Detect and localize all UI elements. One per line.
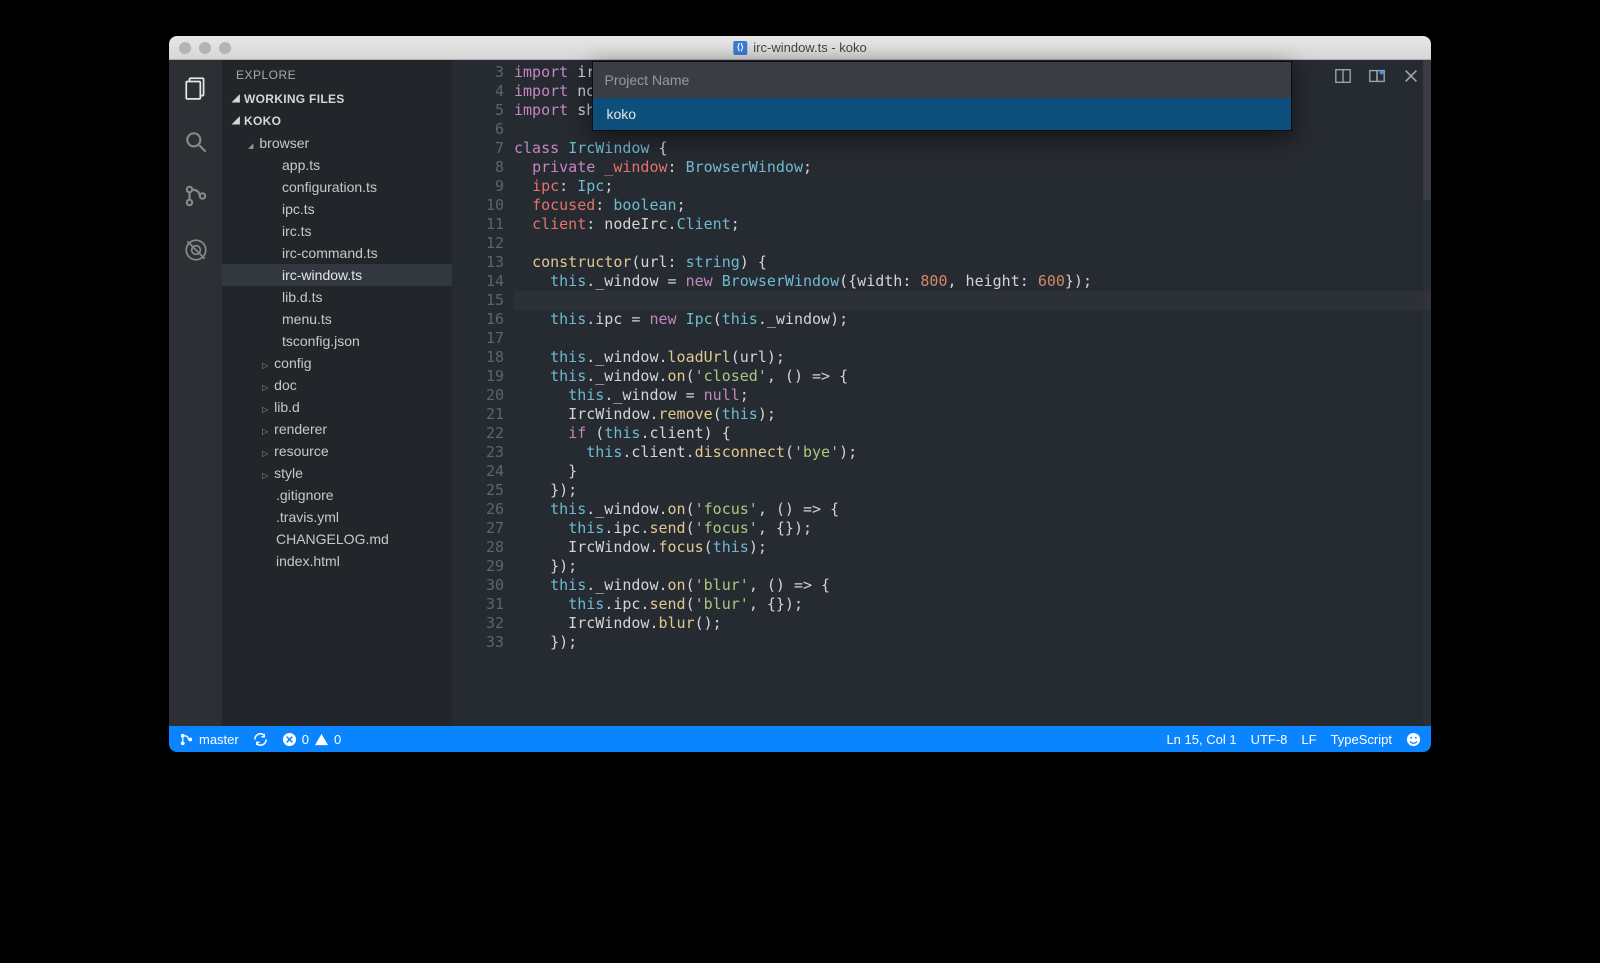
tree-file[interactable]: index.html — [222, 550, 452, 572]
vscode-icon: ⟨⟩ — [733, 41, 747, 55]
feedback-icon[interactable] — [1406, 732, 1421, 747]
git-branch-item[interactable]: master — [179, 732, 239, 747]
language-mode[interactable]: TypeScript — [1331, 732, 1392, 747]
tree-file[interactable]: irc-window.ts — [222, 264, 452, 286]
explorer-sidebar: EXPLORE ◢ WORKING FILES ◢ KOKO browser a… — [222, 60, 452, 726]
quick-input-widget: koko — [592, 61, 1292, 131]
split-editor-icon[interactable] — [1333, 66, 1353, 86]
code-editor[interactable]: 3456789101112131415161718192021222324252… — [452, 60, 1431, 726]
tree-file[interactable]: irc-command.ts — [222, 242, 452, 264]
tree-file[interactable]: tsconfig.json — [222, 330, 452, 352]
eol[interactable]: LF — [1301, 732, 1316, 747]
titlebar-title: ⟨⟩ irc-window.ts - koko — [733, 40, 866, 55]
warning-count: 0 — [334, 732, 341, 747]
search-activity[interactable] — [182, 128, 210, 156]
titlebar: ⟨⟩ irc-window.ts - koko — [169, 36, 1431, 60]
chevron-down-icon: ◢ — [232, 93, 240, 104]
explorer-activity[interactable] — [182, 74, 210, 102]
chevron-down-icon: ◢ — [232, 115, 240, 126]
tree-file[interactable]: app.ts — [222, 154, 452, 176]
tree-folder[interactable]: style — [222, 462, 452, 484]
working-files-label: WORKING FILES — [244, 92, 345, 106]
project-header[interactable]: ◢ KOKO — [222, 110, 452, 132]
debug-activity[interactable] — [182, 236, 210, 264]
tree-file[interactable]: .travis.yml — [222, 506, 452, 528]
editor-actions — [1333, 66, 1421, 86]
minimap[interactable] — [1423, 60, 1431, 726]
activity-bar — [169, 60, 222, 726]
open-changes-icon[interactable] — [1367, 66, 1387, 86]
tree-file[interactable]: configuration.ts — [222, 176, 452, 198]
tree-folder[interactable]: renderer — [222, 418, 452, 440]
project-label: KOKO — [244, 114, 281, 128]
quick-input-result[interactable]: koko — [593, 98, 1291, 130]
sync-item[interactable] — [253, 732, 268, 747]
traffic-lights — [169, 42, 231, 54]
editor-group: koko 34567891011121314151617181920212223… — [452, 60, 1431, 726]
code-content[interactable]: import irc = require('./irc');import nod… — [514, 60, 1431, 726]
working-files-header[interactable]: ◢ WORKING FILES — [222, 88, 452, 110]
tree-folder[interactable]: resource — [222, 440, 452, 462]
tree-file[interactable]: irc.ts — [222, 220, 452, 242]
title-text: irc-window.ts - koko — [753, 40, 866, 55]
line-gutter: 3456789101112131415161718192021222324252… — [452, 60, 514, 726]
cursor-position[interactable]: Ln 15, Col 1 — [1166, 732, 1236, 747]
close-editor-icon[interactable] — [1401, 66, 1421, 86]
branch-name: master — [199, 732, 239, 747]
file-tree: browser app.tsconfiguration.tsipc.tsirc.… — [222, 132, 452, 726]
sidebar-title: EXPLORE — [222, 60, 452, 88]
tree-folder[interactable]: config — [222, 352, 452, 374]
minimize-traffic-light[interactable] — [199, 42, 211, 54]
tree-file[interactable]: .gitignore — [222, 484, 452, 506]
minimap-slider[interactable] — [1423, 60, 1431, 200]
tree-file[interactable]: ipc.ts — [222, 198, 452, 220]
app-window: ⟨⟩ irc-window.ts - koko EXPLORE ◢ WORKIN… — [169, 36, 1431, 752]
quick-input-field[interactable] — [593, 62, 1291, 98]
status-bar: master 0 0 Ln 15, Col 1 UTF-8 LF TypeScr… — [169, 726, 1431, 752]
tree-folder-browser[interactable]: browser — [222, 132, 452, 154]
tree-file[interactable]: CHANGELOG.md — [222, 528, 452, 550]
problems-item[interactable]: 0 0 — [282, 732, 341, 747]
tree-file[interactable]: menu.ts — [222, 308, 452, 330]
tree-folder[interactable]: doc — [222, 374, 452, 396]
tree-file[interactable]: lib.d.ts — [222, 286, 452, 308]
close-traffic-light[interactable] — [179, 42, 191, 54]
source-control-activity[interactable] — [182, 182, 210, 210]
encoding[interactable]: UTF-8 — [1251, 732, 1288, 747]
tree-folder[interactable]: lib.d — [222, 396, 452, 418]
zoom-traffic-light[interactable] — [219, 42, 231, 54]
workbench: EXPLORE ◢ WORKING FILES ◢ KOKO browser a… — [169, 60, 1431, 726]
error-count: 0 — [302, 732, 309, 747]
